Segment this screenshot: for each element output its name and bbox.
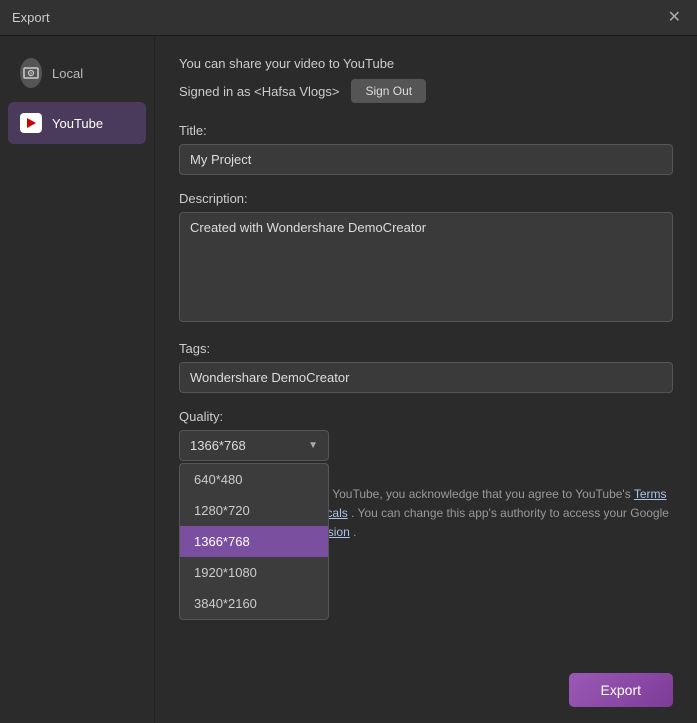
quality-dropdown-menu: 640*4801280*7201366*7681920*10803840*216… [179, 463, 329, 620]
quality-label: Quality: [179, 409, 673, 424]
quality-dropdown-wrapper: 1366*768 ▼ 640*4801280*7201366*7681920*1… [179, 430, 329, 461]
bottom-bar: Export [569, 673, 673, 707]
description-label: Description: [179, 191, 673, 206]
content-area: You can share your video to YouTube Sign… [155, 36, 697, 723]
share-text: You can share your video to YouTube [179, 56, 673, 71]
signed-in-row: Signed in as <Hafsa Vlogs> Sign Out [179, 79, 673, 103]
quality-option-1280*720[interactable]: 1280*720 [180, 495, 328, 526]
chevron-down-icon: ▼ [308, 440, 318, 451]
title-bar: Export ✕ [0, 0, 697, 36]
tags-input[interactable] [179, 362, 673, 393]
title-label: Title: [179, 123, 673, 138]
youtube-icon [20, 112, 42, 134]
quality-option-1366*768[interactable]: 1366*768 [180, 526, 328, 557]
local-icon [20, 62, 42, 84]
sign-out-button[interactable]: Sign Out [351, 79, 426, 103]
sidebar-item-youtube[interactable]: YouTube [8, 102, 146, 144]
tags-field-group: Tags: [179, 341, 673, 393]
title-field-group: Title: [179, 123, 673, 175]
local-label: Local [52, 66, 83, 81]
description-field-group: Description: Created with Wondershare De… [179, 191, 673, 325]
quality-field-group: Quality: 1366*768 ▼ 640*4801280*7201366*… [179, 409, 673, 461]
title-input[interactable] [179, 144, 673, 175]
quality-option-3840*2160[interactable]: 3840*2160 [180, 588, 328, 619]
footer-text-end: . [350, 525, 357, 539]
quality-selected-value: 1366*768 [190, 438, 246, 453]
tags-label: Tags: [179, 341, 673, 356]
quality-option-1920*1080[interactable]: 1920*1080 [180, 557, 328, 588]
window-title: Export [12, 10, 50, 25]
main-layout: Local YouTube You can share your video t… [0, 36, 697, 723]
quality-option-640*480[interactable]: 640*480 [180, 464, 328, 495]
export-button[interactable]: Export [569, 673, 673, 707]
description-input[interactable]: Created with Wondershare DemoCreator [179, 212, 673, 322]
close-button[interactable]: ✕ [664, 8, 685, 28]
sidebar: Local YouTube [0, 36, 155, 723]
sidebar-item-local[interactable]: Local [8, 52, 146, 94]
quality-dropdown[interactable]: 1366*768 ▼ [179, 430, 329, 461]
youtube-label: YouTube [52, 116, 103, 131]
signed-in-text: Signed in as <Hafsa Vlogs> [179, 84, 339, 99]
